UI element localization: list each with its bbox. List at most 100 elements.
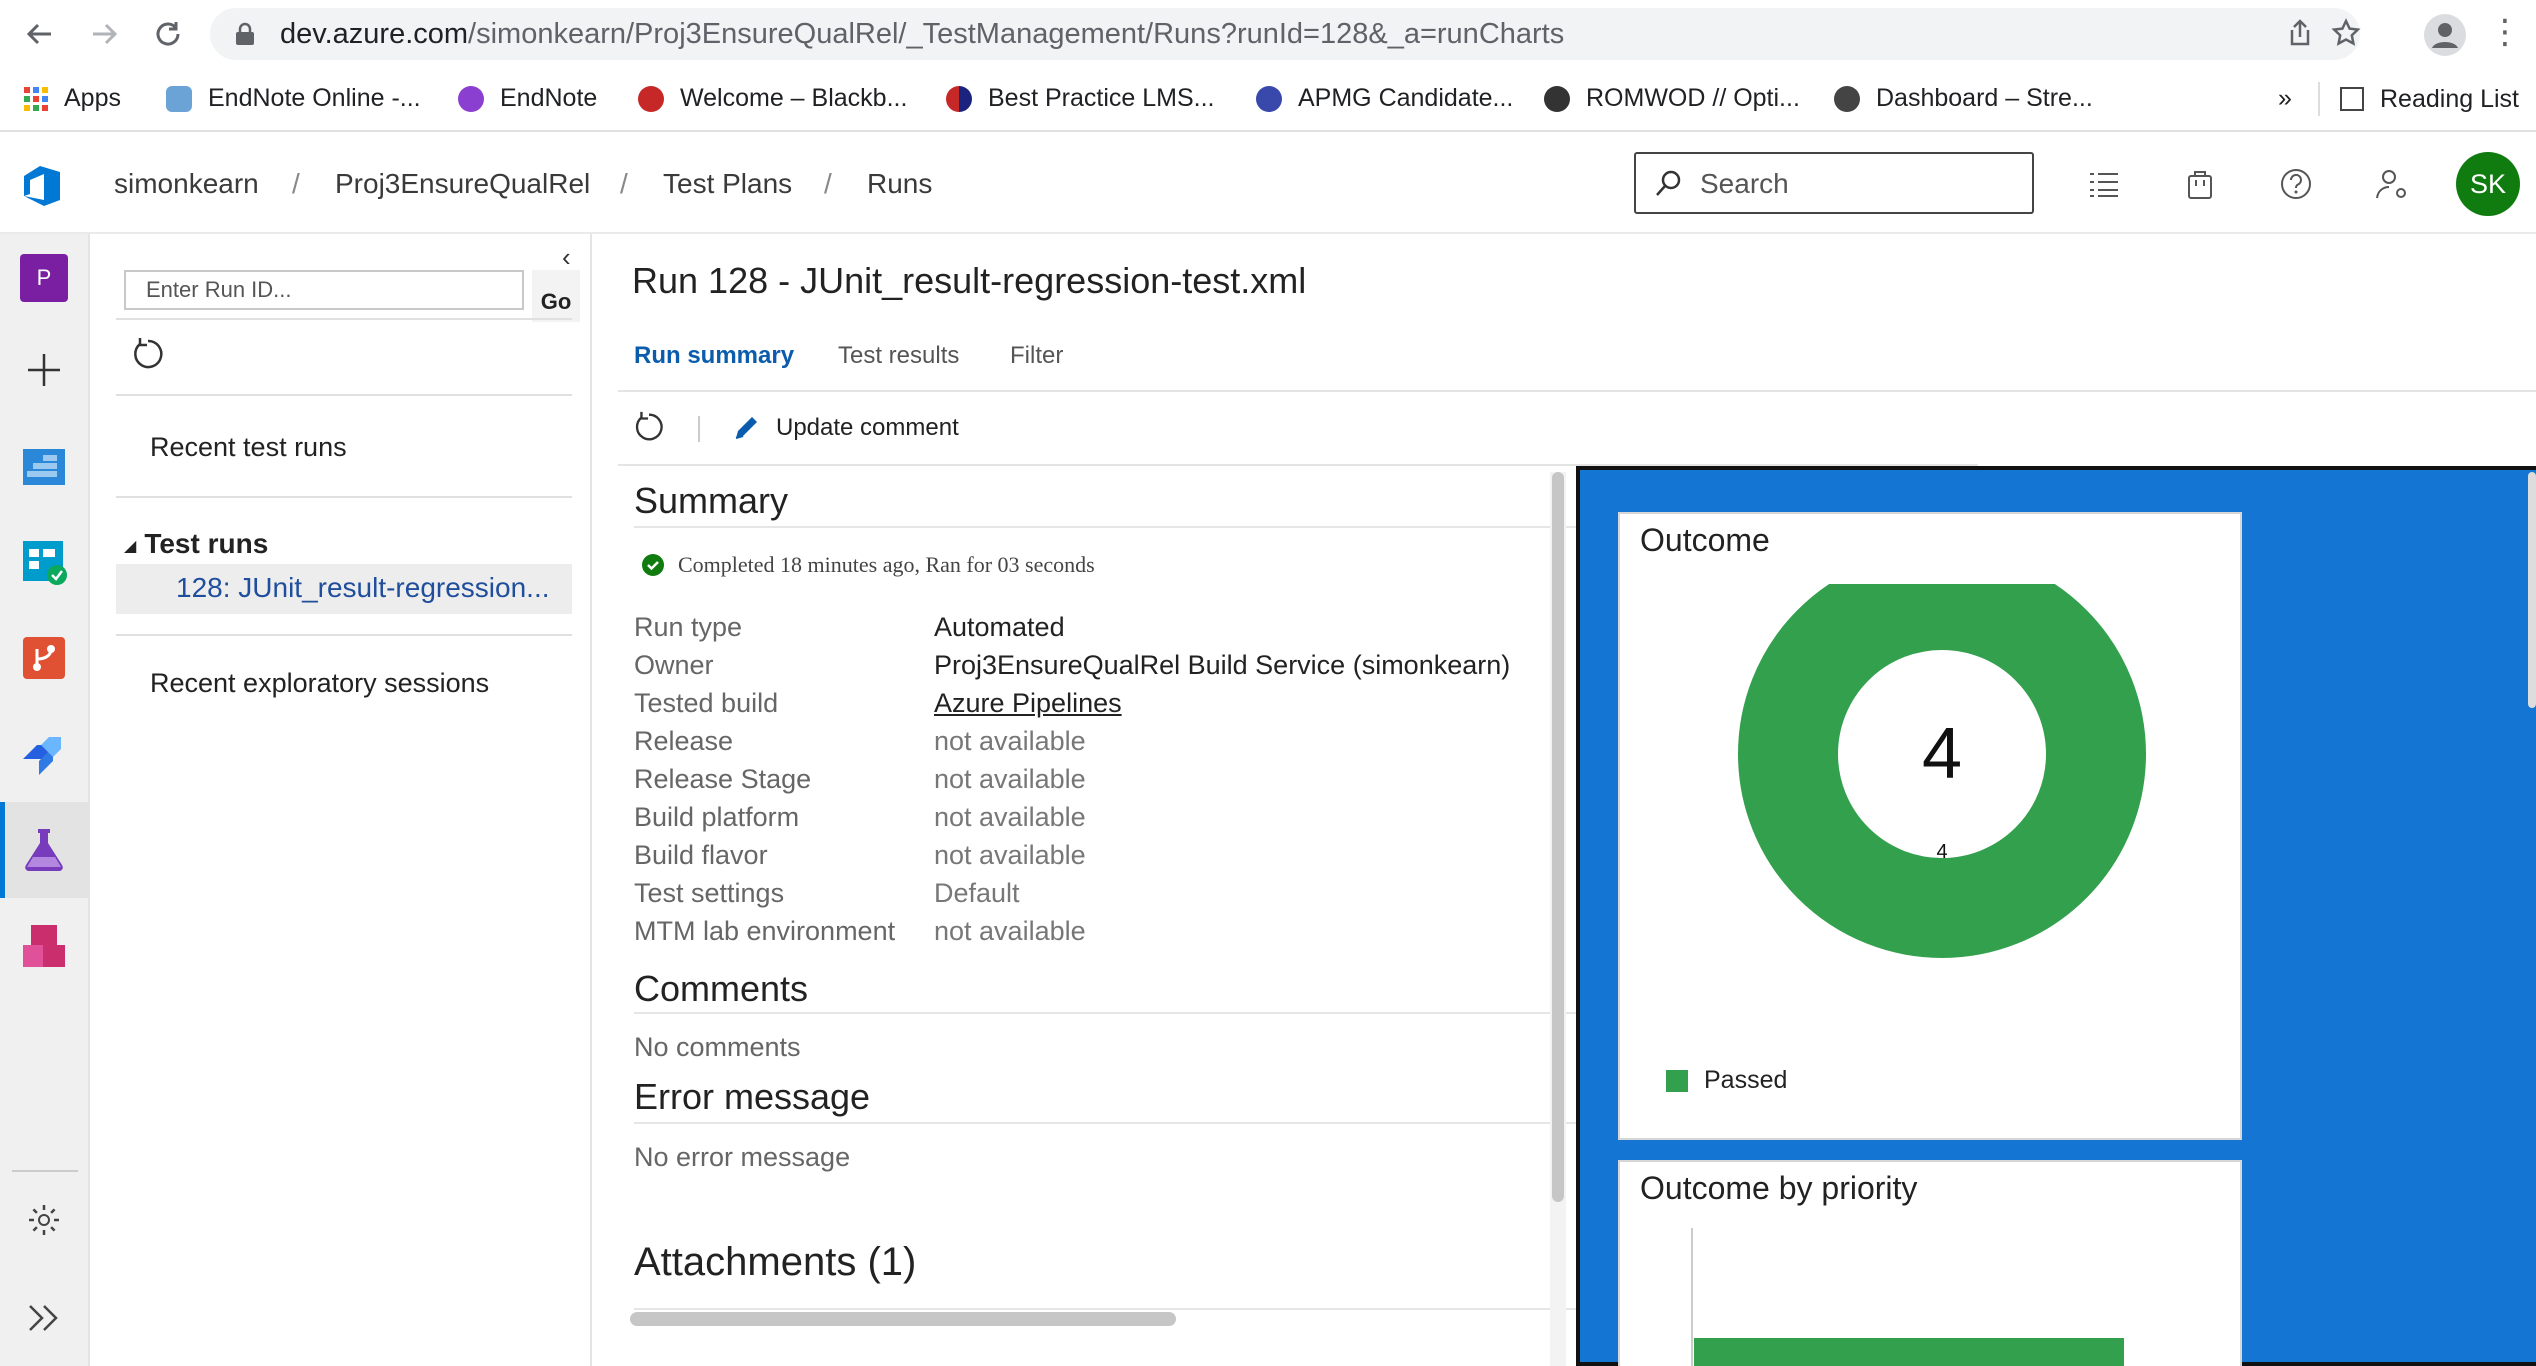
bookmark-apmg[interactable]: APMG Candidate... — [1256, 84, 1513, 113]
recent-exploratory-sessions-link[interactable]: Recent exploratory sessions — [150, 668, 489, 699]
bookmark-label: Dashboard – Stre... — [1876, 84, 2093, 112]
search-input[interactable] — [1700, 166, 2020, 202]
bookmark-romwod[interactable]: ROMWOD // Opti... — [1544, 84, 1800, 113]
azure-header: simonkearn / Proj3EnsureQualRel / Test P… — [0, 134, 2536, 234]
lock-icon — [236, 22, 254, 45]
page-title: Run 128 - JUnit_result-regression-test.x… — [632, 260, 1307, 301]
run-id-input[interactable] — [124, 270, 524, 310]
section-divider — [634, 526, 1634, 528]
reading-list-button[interactable]: Reading List — [2318, 82, 2519, 116]
shopping-bag-icon[interactable] — [2182, 166, 2218, 202]
plus-icon[interactable] — [18, 344, 70, 396]
apps-grid-icon — [24, 86, 48, 111]
bookmark-blackboard[interactable]: Welcome – Blackb... — [638, 84, 907, 113]
recent-test-runs-link[interactable]: Recent test runs — [150, 432, 347, 463]
field-label-owner: Owner — [634, 650, 714, 680]
outcome-legend: Passed — [1666, 1066, 1787, 1095]
tree-header-label: Test runs — [144, 528, 269, 559]
pane-scrollbar[interactable] — [2528, 472, 2536, 708]
expand-chevrons-icon[interactable] — [18, 1292, 70, 1344]
breadcrumb-project[interactable]: Proj3EnsureQualRel — [335, 168, 590, 200]
tab-run-summary[interactable]: Run summary — [634, 342, 794, 370]
address-bar[interactable]: dev.azure.com/simonkearn/Proj3EnsureQual… — [210, 8, 2362, 60]
tabs-divider — [618, 390, 2536, 392]
globe-icon — [1834, 85, 1860, 112]
field-value-owner: Proj3EnsureQualRel Build Service (simonk… — [934, 650, 1511, 680]
bookmark-endnote[interactable]: EndNote — [458, 84, 597, 113]
url-text: dev.azure.com/simonkearn/Proj3EnsureQual… — [280, 18, 1565, 50]
refresh-icon[interactable] — [130, 336, 166, 372]
gear-icon[interactable] — [18, 1194, 70, 1246]
breadcrumb-separator: / — [620, 168, 628, 199]
reading-list-icon — [2340, 87, 2364, 111]
bookmark-label: EndNote Online -... — [208, 84, 421, 112]
collapse-panel-chevron-icon[interactable]: ‹ — [562, 242, 571, 273]
outcome-chart-title: Outcome — [1640, 522, 1770, 558]
panel-divider — [116, 496, 572, 498]
apmg-icon — [1256, 85, 1282, 112]
legend-swatch-passed — [1666, 1069, 1688, 1092]
user-avatar[interactable]: SK — [2456, 152, 2520, 216]
bookmark-apps[interactable]: Apps — [24, 84, 121, 113]
bookmark-star-icon[interactable] — [2330, 18, 2362, 50]
user-settings-icon[interactable] — [2374, 166, 2410, 202]
azure-devops-logo-icon[interactable] — [20, 164, 64, 208]
section-divider — [634, 1308, 1634, 1310]
priority-bar-0 — [1694, 1338, 2124, 1366]
tab-test-results[interactable]: Test results — [838, 342, 959, 370]
test-plans-icon[interactable] — [18, 824, 70, 876]
field-label-tested-build: Tested build — [634, 688, 779, 718]
outcome-chart-card: Outcome 44 Passed — [1618, 512, 2242, 1140]
browser-menu-icon[interactable]: ⋮ — [2488, 12, 2522, 52]
search-icon — [1656, 170, 1681, 196]
update-comment-button[interactable]: Update comment — [776, 414, 959, 442]
go-button[interactable]: Go — [532, 270, 580, 322]
breadcrumb-test-plans[interactable]: Test Plans — [663, 168, 792, 200]
bookmark-best-practice[interactable]: Best Practice LMS... — [946, 84, 1214, 113]
refresh-icon[interactable] — [632, 410, 666, 444]
field-value-mtm-lab: not available — [934, 916, 1086, 946]
breadcrumb-runs[interactable]: Runs — [867, 168, 932, 200]
share-icon[interactable] — [2284, 18, 2316, 50]
work-items-list-icon[interactable] — [2086, 166, 2122, 202]
browser-toolbar: dev.azure.com/simonkearn/Proj3EnsureQual… — [0, 0, 2536, 68]
attachments-heading: Attachments (1) — [634, 1240, 917, 1284]
scrollbar-thumb[interactable] — [630, 1312, 1176, 1326]
breadcrumb-org[interactable]: simonkearn — [114, 168, 259, 200]
test-runs-tree-header[interactable]: ◢ Test runs — [124, 528, 268, 560]
bookmark-label: EndNote — [500, 84, 598, 112]
overview-icon[interactable] — [18, 440, 70, 492]
artifacts-icon[interactable] — [18, 920, 70, 972]
summary-horizontal-scrollbar[interactable] — [630, 1312, 1550, 1328]
error-message-text: No error message — [634, 1142, 851, 1172]
runs-panel: ‹ Go Recent test runs ◢ Test runs 128: JU… — [92, 234, 592, 1366]
boards-icon[interactable] — [18, 536, 70, 588]
bookmarks-overflow-button[interactable]: » — [2278, 84, 2292, 113]
virgin-logo-icon — [638, 85, 664, 112]
help-icon[interactable] — [2278, 166, 2314, 202]
bookmark-dashboard[interactable]: Dashboard – Stre... — [1834, 84, 2093, 113]
field-value-release: not available — [934, 726, 1086, 756]
back-arrow-icon[interactable] — [20, 14, 60, 54]
bookmark-label: Best Practice LMS... — [988, 84, 1215, 112]
field-label-release: Release — [634, 726, 734, 756]
summary-vertical-scrollbar[interactable] — [1550, 472, 1566, 1366]
pipelines-icon[interactable] — [18, 728, 70, 780]
scrollbar-thumb[interactable] — [1552, 472, 1564, 1202]
pencil-icon[interactable] — [732, 412, 762, 442]
left-nav-rail: P — [0, 234, 90, 1366]
forward-arrow-icon[interactable] — [84, 14, 124, 54]
tab-filter[interactable]: Filter — [1010, 342, 1063, 370]
outcome-donut-chart: 44 — [1738, 584, 2146, 958]
repos-icon[interactable] — [18, 632, 70, 684]
profile-avatar-icon[interactable] — [2424, 14, 2466, 56]
panel-divider — [116, 318, 572, 320]
project-p-icon[interactable]: P — [20, 254, 68, 302]
search-box[interactable] — [1634, 152, 2034, 214]
selected-run-item[interactable]: 128: JUnit_result-regression... — [116, 564, 572, 614]
main-content: Run 128 - JUnit_result-regression-test.x… — [594, 234, 2536, 1366]
bookmark-endnote-online[interactable]: EndNote Online -... — [166, 84, 421, 113]
error-message-heading: Error message — [634, 1076, 871, 1117]
reload-icon[interactable] — [148, 14, 188, 54]
tested-build-link[interactable]: Azure Pipelines — [934, 688, 1122, 719]
